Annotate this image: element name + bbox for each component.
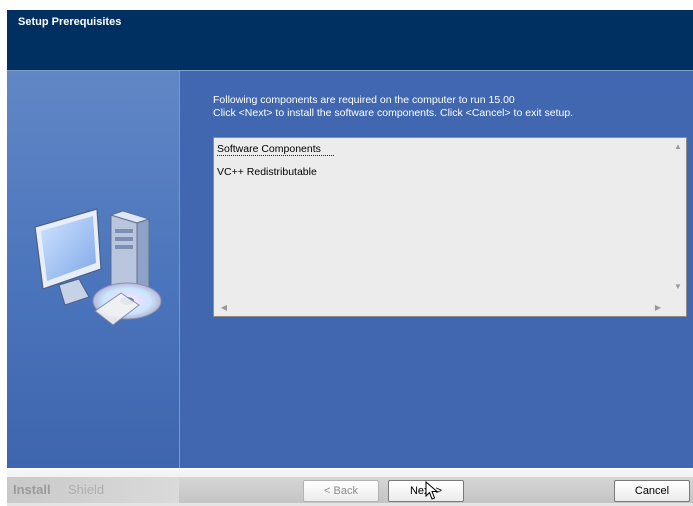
setup-window: Setup Prerequisites Following components…: [0, 0, 693, 506]
installshield-logo: Install Shield: [7, 477, 179, 503]
scroll-down-arrow-icon[interactable]: ▼: [670, 280, 686, 294]
main-content-panel: Following components are required on the…: [180, 71, 693, 468]
cancel-button[interactable]: Cancel: [614, 480, 690, 502]
list-header: Software Components: [217, 143, 321, 155]
list-item[interactable]: VC++ Redistributable: [217, 166, 317, 178]
side-illustration-panel: [7, 71, 180, 468]
components-listbox[interactable]: Software Components VC++ Redistributable…: [213, 137, 687, 317]
mouse-pointer-icon: [425, 481, 439, 500]
logo-text-light: Shield: [68, 482, 105, 497]
scroll-up-arrow-icon[interactable]: ▲: [670, 140, 686, 154]
vertical-scrollbar[interactable]: ▲ ▼: [670, 138, 686, 300]
list-separator: [217, 155, 334, 156]
intro-text-line-1: Following components are required on the…: [213, 94, 515, 106]
horizontal-scrollbar[interactable]: ◀ ▶: [214, 299, 671, 316]
scroll-left-arrow-icon[interactable]: ◀: [216, 301, 232, 315]
back-button[interactable]: < Back: [303, 480, 379, 502]
computer-with-cd-icon: [34, 208, 162, 326]
page-title: Setup Prerequisites: [18, 16, 122, 28]
button-bar: Install Shield < Back Next > Cancel: [7, 469, 693, 506]
scroll-right-arrow-icon[interactable]: ▶: [650, 301, 666, 315]
intro-text-line-2: Click <Next> to install the software com…: [213, 107, 574, 119]
title-banner: Setup Prerequisites: [7, 10, 693, 71]
logo-text-bold: Install: [13, 482, 51, 497]
